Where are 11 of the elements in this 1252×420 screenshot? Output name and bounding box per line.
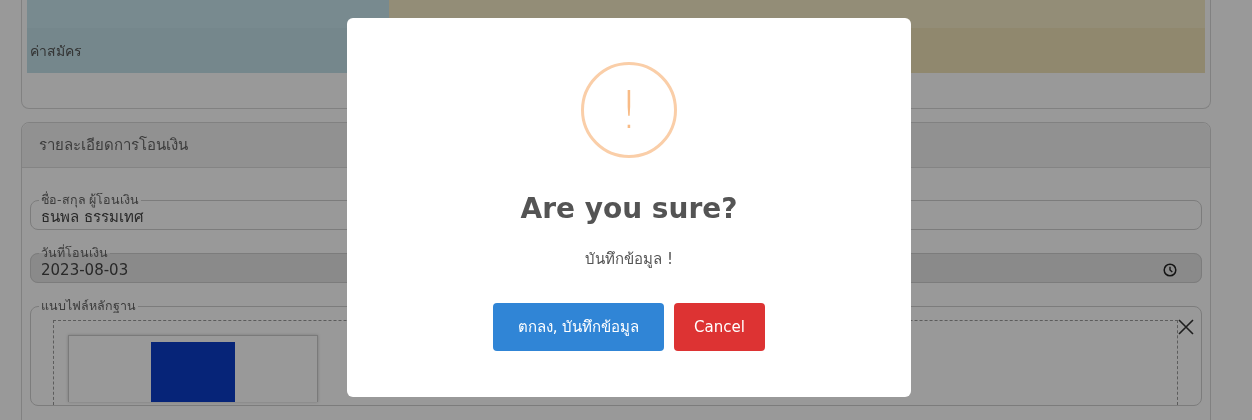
field-label: แนบไฟล์หลักฐาน (40, 297, 137, 315)
warning-icon: ! (581, 62, 677, 158)
confirm-button[interactable]: ตกลง, บันทึกข้อมูล (493, 303, 664, 351)
field-label: ชื่อ-สกุล ผู้โอนเงิน (40, 190, 141, 210)
close-icon[interactable] (1177, 318, 1195, 336)
dialog-message: บันทึกข้อมูล ! (585, 249, 673, 270)
panel-title: รายละเอียดการโอนเงิน (39, 135, 188, 156)
field-label: วันที่โอนเงิน (40, 243, 109, 262)
cell-label: ค่าสมัคร (29, 41, 82, 61)
cancel-button[interactable]: Cancel (674, 303, 765, 351)
dialog-title: Are you sure? (520, 192, 738, 225)
